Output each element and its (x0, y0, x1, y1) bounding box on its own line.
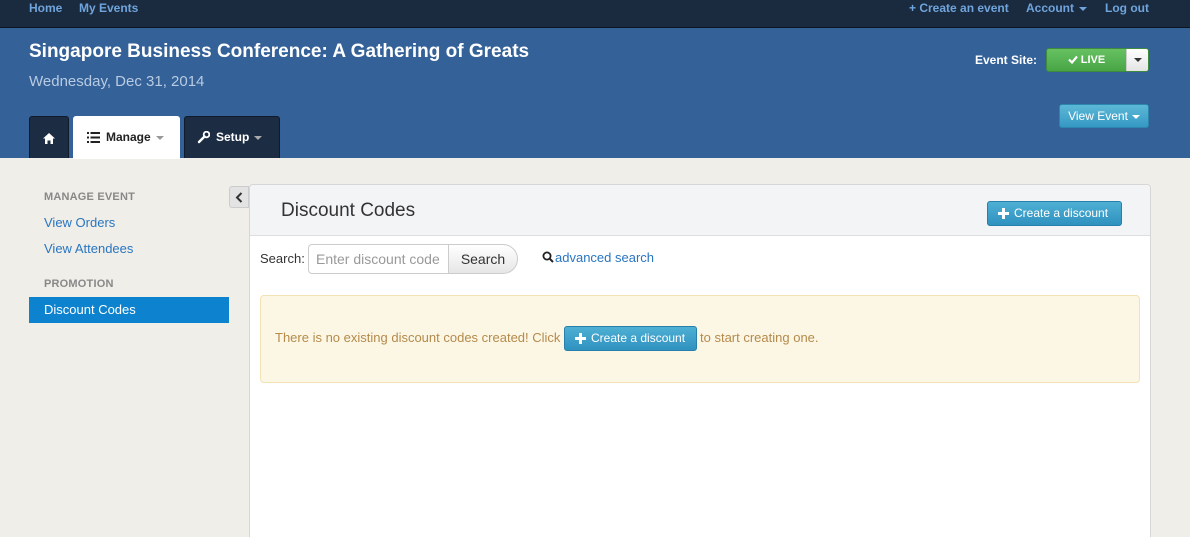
tab-setup-content: Setup (197, 130, 263, 144)
advanced-search-label: advanced search (555, 250, 655, 265)
nav-account-menu[interactable]: Account (1026, 0, 1087, 16)
empty-state-alert: There is no existing discount codes crea… (260, 295, 1140, 383)
top-nav: Home My Events + Create an event Account… (0, 0, 1190, 28)
search-button[interactable]: Search (448, 244, 518, 274)
plus-icon (998, 208, 1009, 219)
advanced-search-link[interactable]: advanced search (542, 250, 654, 265)
live-status-label: LIVE (1080, 54, 1106, 66)
search-label: Search: (260, 251, 305, 266)
sidebar-item-discount-codes[interactable]: Discount Codes (29, 297, 229, 323)
tab-setup[interactable]: Setup (184, 116, 280, 158)
tab-manage[interactable]: Manage (73, 116, 180, 159)
live-status-button[interactable]: LIVE (1047, 49, 1126, 71)
chevron-down-icon (1134, 58, 1142, 62)
main-panel: Discount Codes Create a discount Search:… (249, 184, 1151, 537)
tab-manage-label: Manage (106, 130, 151, 144)
wrench-icon (197, 131, 211, 144)
alert-text-before: There is no existing discount codes crea… (275, 330, 561, 345)
chevron-down-icon (1131, 114, 1140, 119)
tab-manage-content: Manage (87, 130, 164, 144)
event-site-label: Event Site: (975, 53, 1038, 67)
nav-create-event-link[interactable]: + Create an event (909, 0, 1009, 16)
sidebar-collapse-button[interactable] (229, 186, 249, 208)
sidebar-item-view-orders[interactable]: View Orders (44, 215, 115, 230)
view-event-label: View Event (1068, 109, 1128, 123)
create-discount-button[interactable]: Create a discount (987, 201, 1122, 226)
account-label: Account (1026, 1, 1074, 15)
tab-setup-label: Setup (216, 130, 250, 144)
tab-home[interactable] (29, 116, 69, 158)
search-icon (542, 251, 554, 263)
chevron-down-icon (155, 135, 164, 140)
panel-header: Discount Codes Create a discount (250, 185, 1150, 236)
list-icon (87, 132, 100, 144)
view-event-button[interactable]: View Event (1059, 104, 1149, 128)
home-icon (42, 131, 56, 145)
sidebar-heading-manage: MANAGE EVENT (44, 191, 136, 203)
page-title: Discount Codes (281, 200, 416, 221)
alert-create-discount-button[interactable]: Create a discount (564, 326, 697, 351)
chevron-left-icon (235, 192, 243, 203)
nav-my-events-link[interactable]: My Events (79, 0, 138, 16)
event-date: Wednesday, Dec 31, 2014 (29, 73, 205, 90)
nav-logout-link[interactable]: Log out (1105, 0, 1149, 16)
discount-search-input[interactable] (308, 244, 449, 274)
alert-text-after: to start creating one. (700, 330, 819, 345)
event-header: Singapore Business Conference: A Gatheri… (0, 28, 1190, 159)
plus-icon (575, 333, 586, 344)
chevron-down-icon (1079, 6, 1087, 11)
live-status-dropdown[interactable] (1126, 49, 1148, 71)
create-discount-label: Create a discount (1014, 206, 1109, 220)
event-title: Singapore Business Conference: A Gatheri… (29, 41, 530, 62)
checkmark-icon (1067, 55, 1078, 65)
event-site-status-group: LIVE (1046, 48, 1149, 72)
chevron-down-icon (254, 135, 263, 140)
alert-create-discount-label: Create a discount (591, 331, 686, 345)
sidebar-item-view-attendees[interactable]: View Attendees (44, 241, 133, 256)
sidebar-heading-promotion: PROMOTION (44, 278, 114, 290)
nav-home-link[interactable]: Home (29, 0, 62, 16)
